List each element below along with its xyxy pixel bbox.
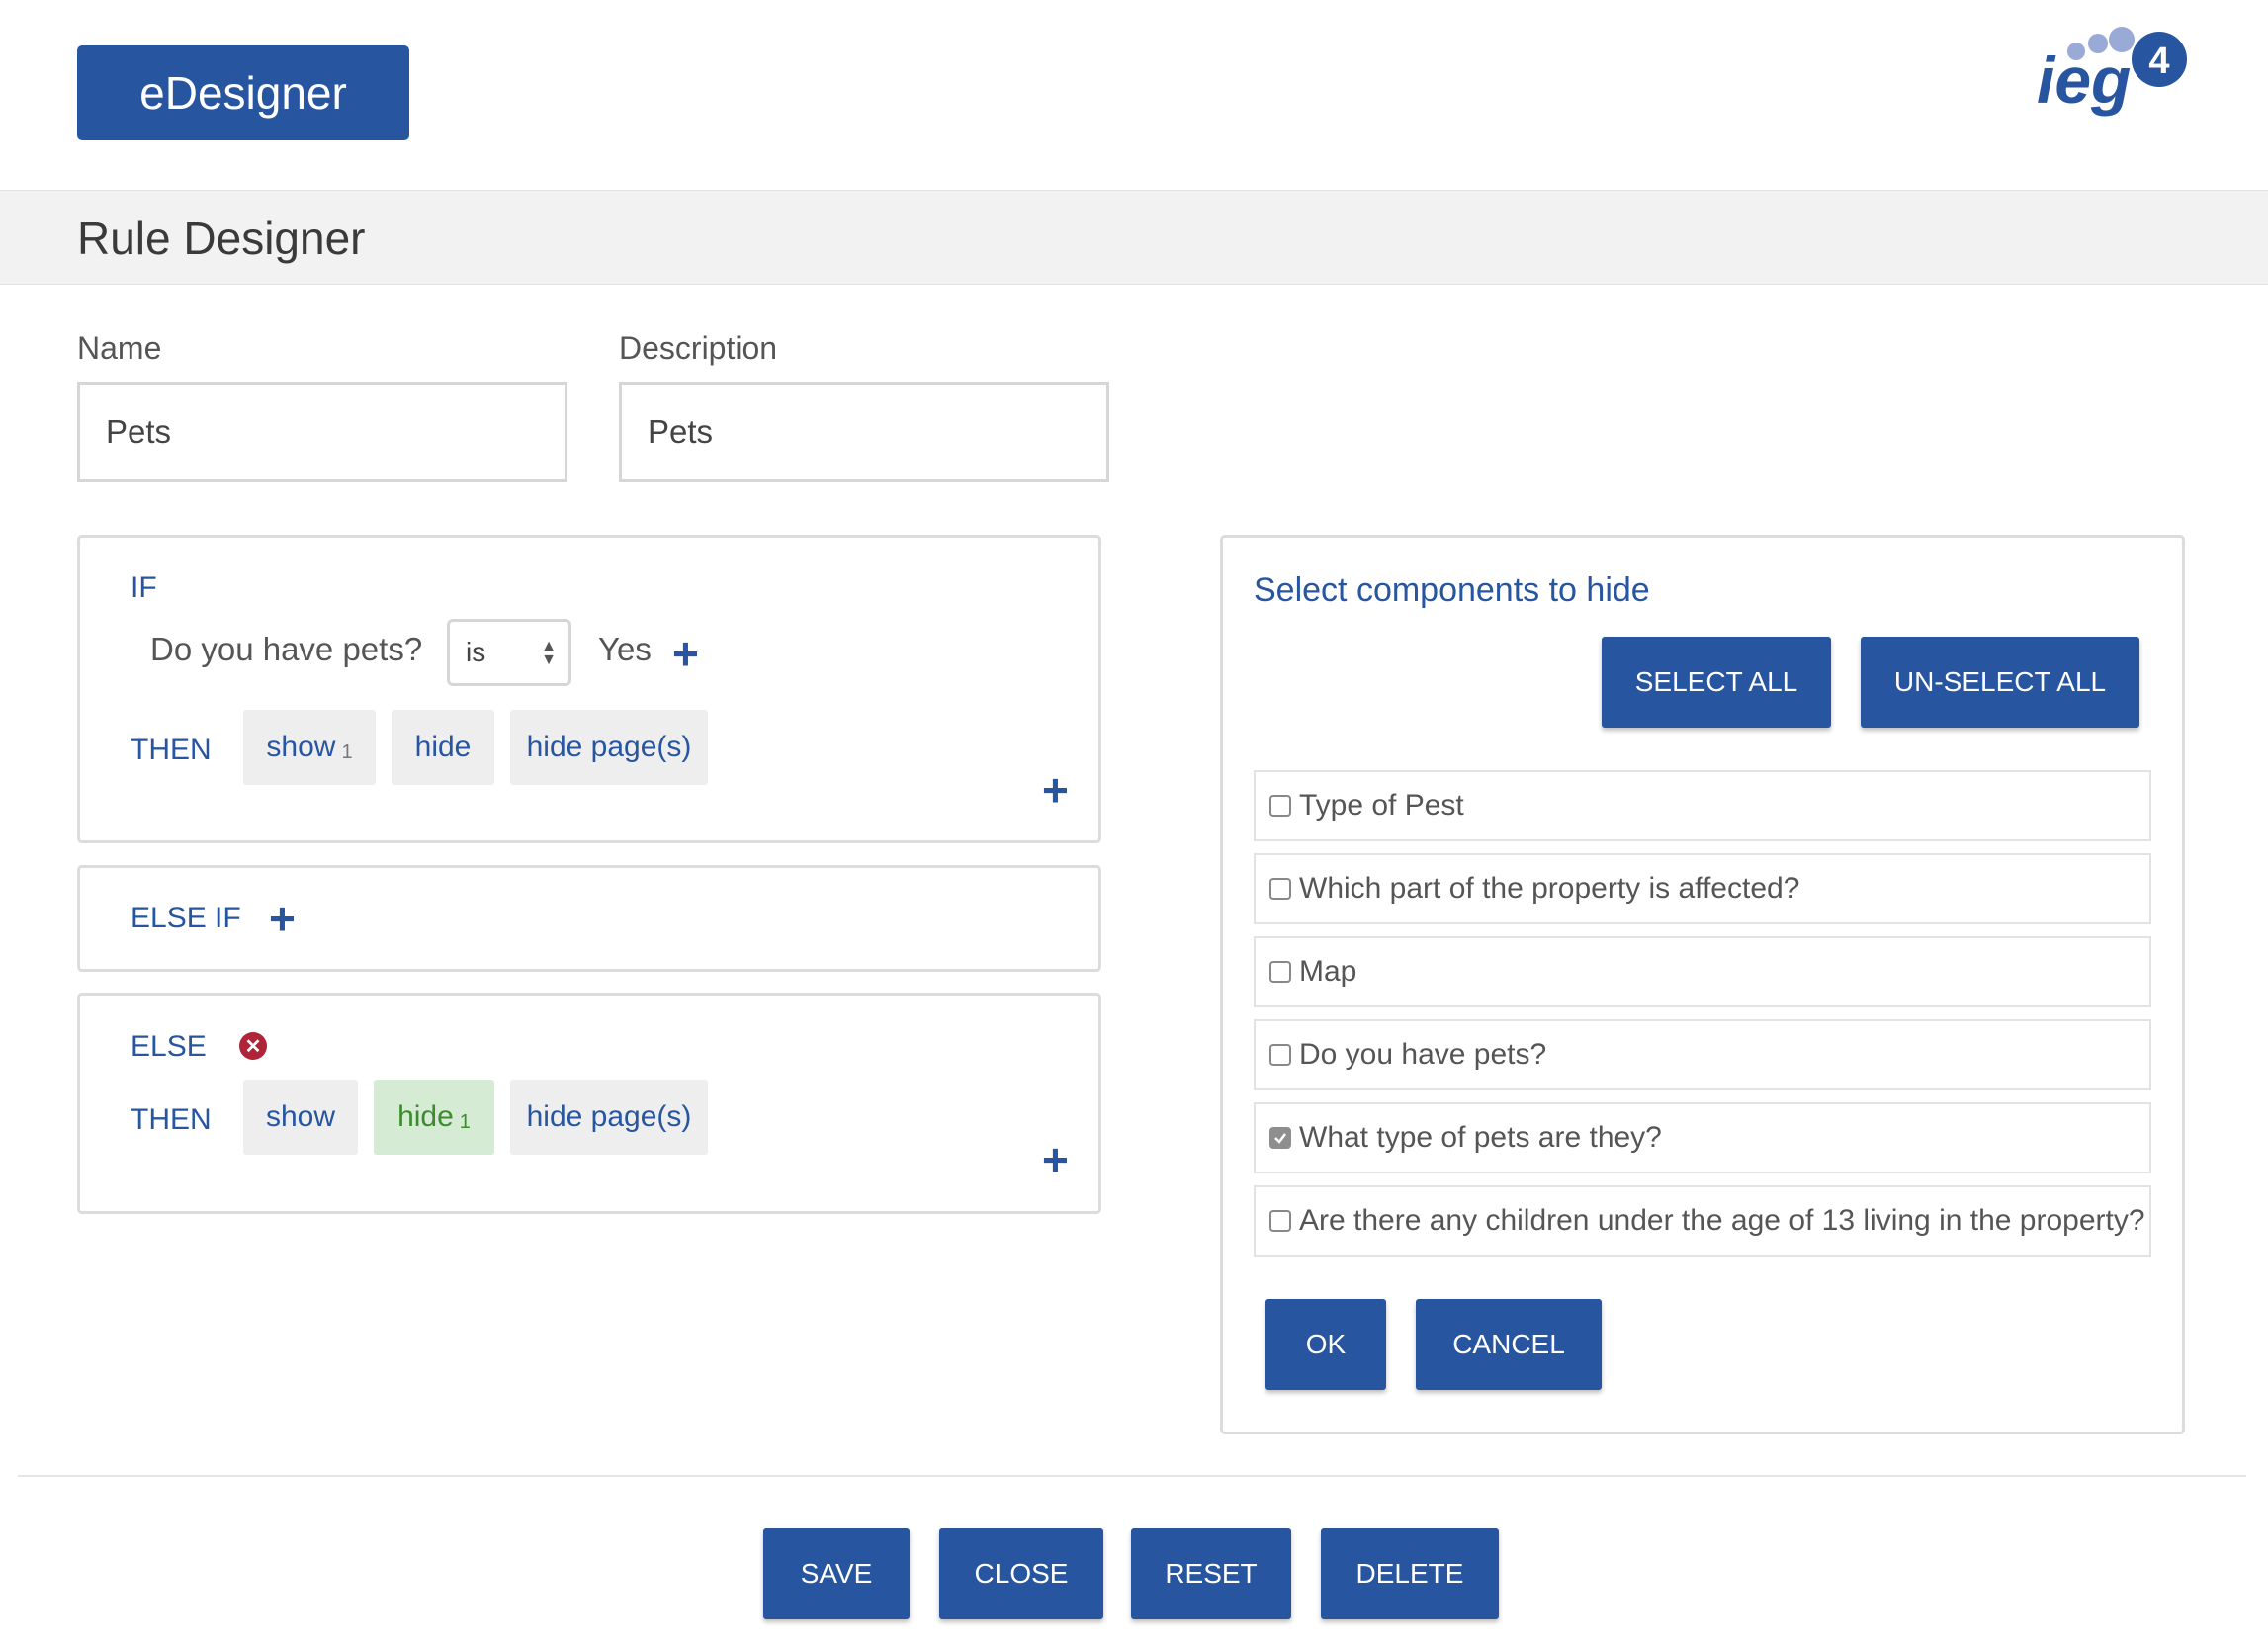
component-row[interactable]: Which part of the property is affected? <box>1254 853 2151 924</box>
component-row[interactable]: Do you have pets? <box>1254 1019 2151 1090</box>
if-add-action-plus-icon[interactable]: + <box>1042 767 1069 813</box>
cancel-button[interactable]: CANCEL <box>1416 1299 1602 1390</box>
checkbox-checked[interactable] <box>1269 1127 1291 1149</box>
remove-else-icon[interactable]: ✕ <box>239 1032 267 1060</box>
name-input[interactable]: Pets <box>77 382 567 482</box>
component-row[interactable]: Type of Pest <box>1254 770 2151 841</box>
logo-badge: 4 <box>2148 41 2169 82</box>
else-add-action-plus-icon[interactable]: + <box>1042 1137 1069 1182</box>
checkbox[interactable] <box>1269 961 1291 983</box>
reset-button[interactable]: RESET <box>1131 1528 1291 1619</box>
close-button[interactable]: CLOSE <box>939 1528 1103 1619</box>
add-condition-plus-icon[interactable]: + <box>672 631 699 676</box>
description-label: Description <box>619 330 778 366</box>
picker-title: Select components to hide <box>1254 571 1650 609</box>
else-show-chip[interactable]: show <box>243 1080 358 1155</box>
then-keyword: THEN <box>131 734 212 766</box>
select-arrows-icon: ▲ ▼ <box>541 638 557 668</box>
condition-question: Do you have pets? <box>150 631 423 667</box>
if-hide-pages-chip[interactable]: hide page(s) <box>510 710 708 785</box>
component-row[interactable]: Map <box>1254 936 2151 1007</box>
else-hide-chip[interactable]: hide 1 <box>374 1080 494 1155</box>
logo-text: ieg <box>2037 43 2131 117</box>
if-panel <box>77 535 1101 843</box>
ieg4-logo: ieg 4 <box>2029 22 2197 132</box>
component-row[interactable]: What type of pets are they? <box>1254 1102 2151 1173</box>
save-button[interactable]: SAVE <box>763 1528 910 1619</box>
checkbox[interactable] <box>1269 878 1291 900</box>
check-icon <box>1274 1133 1286 1144</box>
else-hide-pages-chip[interactable]: hide page(s) <box>510 1080 708 1155</box>
condition-answer: Yes <box>598 631 652 667</box>
checkbox[interactable] <box>1269 1210 1291 1232</box>
else-then-keyword: THEN <box>131 1103 212 1136</box>
delete-button[interactable]: DELETE <box>1321 1528 1499 1619</box>
component-row[interactable]: Are there any children under the age of … <box>1254 1185 2151 1257</box>
footer-divider <box>18 1475 2246 1477</box>
unselect-all-button[interactable]: UN-SELECT ALL <box>1861 637 2139 728</box>
else-keyword: ELSE <box>131 1030 207 1063</box>
checkbox[interactable] <box>1269 1044 1291 1066</box>
description-input[interactable]: Pets <box>619 382 1109 482</box>
if-show-chip[interactable]: show 1 <box>243 710 376 785</box>
page-title: Rule Designer <box>77 213 366 264</box>
add-else-if-plus-icon[interactable]: + <box>269 896 296 941</box>
if-keyword: IF <box>131 571 157 604</box>
operator-value: is <box>466 637 486 667</box>
else-if-keyword: ELSE IF <box>131 902 241 934</box>
select-all-button[interactable]: SELECT ALL <box>1602 637 1831 728</box>
name-label: Name <box>77 330 162 366</box>
checkbox[interactable] <box>1269 795 1291 817</box>
edesigner-button[interactable]: eDesigner <box>77 45 409 140</box>
operator-select[interactable]: is ▲ ▼ <box>447 619 571 686</box>
ok-button[interactable]: OK <box>1265 1299 1386 1390</box>
if-hide-chip[interactable]: hide <box>392 710 494 785</box>
